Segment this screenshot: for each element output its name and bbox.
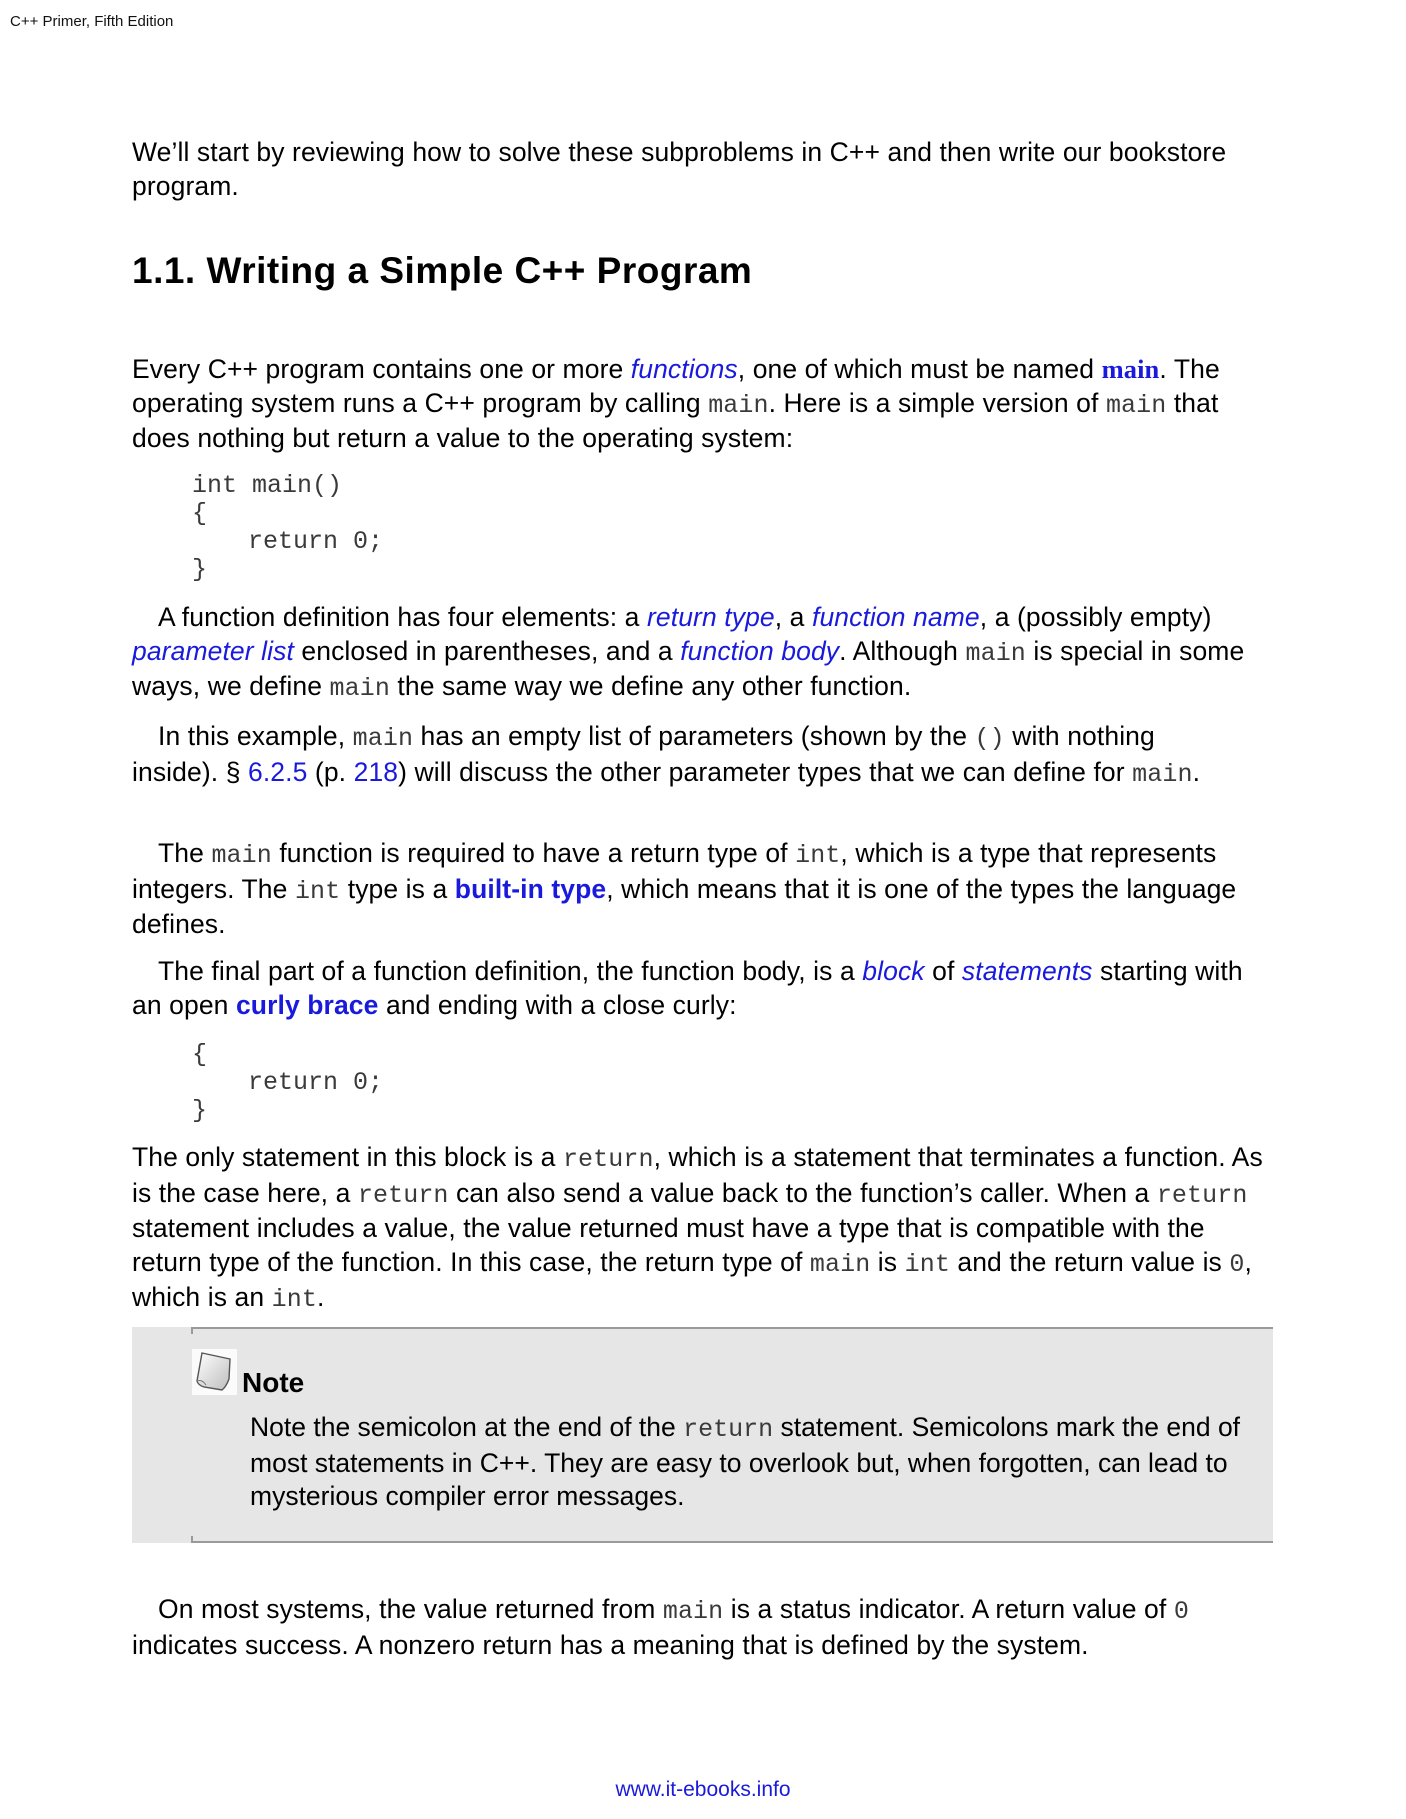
term-statements-link[interactable]: statements [962, 956, 1093, 986]
inline-code: int [795, 841, 841, 870]
inline-code: main [352, 724, 414, 753]
code-line: return 0; [248, 1068, 384, 1097]
intro-paragraph: We’ll start by reviewing how to solve th… [132, 137, 1227, 201]
inline-code: return [357, 1180, 449, 1210]
paragraph-return-statement: The only statement in this block is a re… [132, 1142, 1263, 1314]
note-paper-icon [192, 1349, 237, 1395]
code-block-body: { return 0; } [132, 1041, 383, 1125]
paragraph-function-definition: A function definition has four elements:… [132, 602, 1245, 703]
paragraph-example: In this example, main has an empty list … [132, 721, 1201, 789]
running-head: C++ Primer, Fifth Edition [10, 13, 174, 30]
code-line: } [192, 1096, 208, 1125]
inline-code: int [904, 1249, 950, 1279]
note-callout: Note Note the semicolon at the end of th… [132, 1327, 1273, 1543]
footer-website-link[interactable]: www.it-ebooks.info [615, 1778, 790, 1801]
code-line: { [192, 499, 208, 528]
inline-code: return [683, 1415, 774, 1444]
inline-code: main [708, 390, 769, 420]
code-line: int main() [192, 471, 343, 500]
inline-code: main [1105, 390, 1167, 420]
term-functions-link[interactable]: functions [631, 354, 738, 384]
paragraph-status-indicator: On most systems, the value returned from… [132, 1594, 1189, 1660]
code-line: } [192, 555, 208, 584]
inline-code: int [294, 876, 341, 906]
inline-code: main [809, 1249, 871, 1279]
term-function-body-link[interactable]: function body [680, 636, 839, 666]
term-block-link[interactable]: block [862, 956, 924, 986]
page-footer: www.it-ebooks.info [0, 1778, 1406, 1802]
code-line: { [192, 1040, 208, 1069]
paragraph-return-type: The main function is required to have a … [132, 838, 1237, 939]
note-top-rule [191, 1327, 1273, 1329]
term-function-name-link[interactable]: function name [812, 602, 980, 632]
term-built-in-type-link[interactable]: built-in type [455, 874, 606, 904]
section-6-2-5-link[interactable]: 6.2.5 [248, 757, 307, 787]
term-curly-brace-link[interactable]: curly brace [236, 990, 379, 1020]
inline-code: 0 [1173, 1597, 1189, 1626]
inline-code: main [662, 1597, 724, 1626]
paragraph-functions: Every C++ program contains one or more f… [132, 354, 1220, 453]
inline-code: return [562, 1145, 654, 1174]
inline-code: return [1156, 1180, 1248, 1210]
section-heading: 1.1. Writing a Simple C++ Program [132, 250, 753, 291]
note-bottom-tick [191, 1536, 193, 1543]
inline-code: int [271, 1285, 317, 1314]
paragraph-function-body: The final part of a function definition,… [132, 956, 1243, 1020]
inline-code: main [965, 638, 1026, 668]
note-bottom-rule [191, 1541, 1273, 1543]
inline-code: 0 [1229, 1249, 1245, 1279]
inline-code: main [329, 674, 390, 703]
page-218-link[interactable]: 218 [354, 757, 399, 787]
note-title: Note [242, 1367, 305, 1398]
note-text: Note the semicolon at the end of the ret… [250, 1412, 1241, 1511]
term-return-type-link[interactable]: return type [647, 602, 775, 632]
inline-code: main [211, 841, 272, 870]
code-block-main: int main() { return 0; } [132, 472, 383, 584]
inline-code: () [974, 724, 1005, 753]
term-main-link[interactable]: main [1102, 354, 1160, 384]
inline-code: main [1132, 759, 1193, 789]
term-parameter-list-link[interactable]: parameter list [132, 636, 294, 666]
note-top-tick [191, 1327, 193, 1334]
code-line: return 0; [248, 527, 384, 556]
